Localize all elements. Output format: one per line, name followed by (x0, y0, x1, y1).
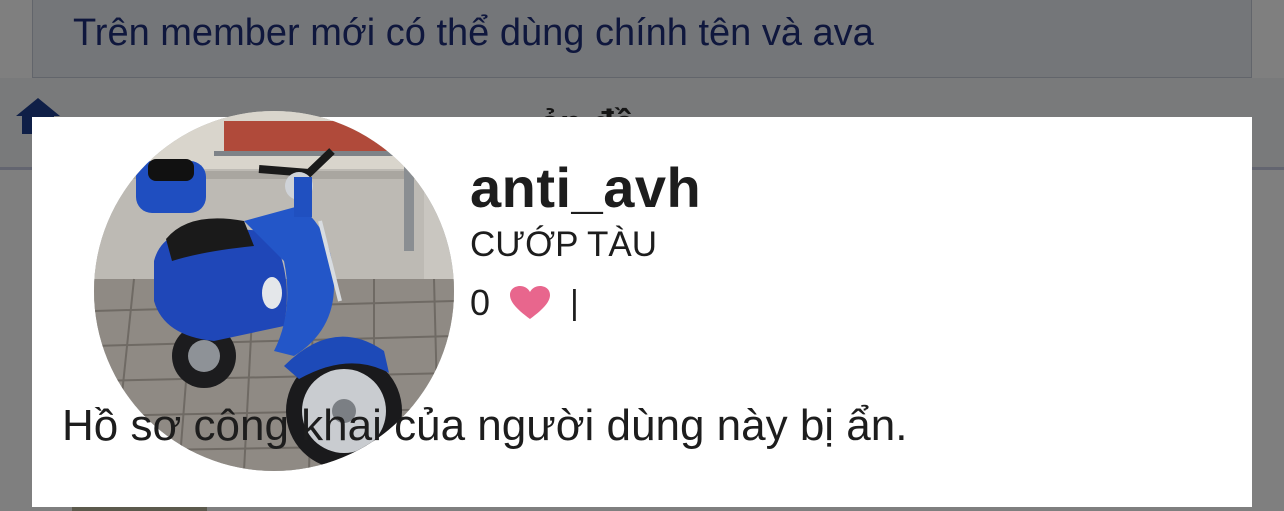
username[interactable]: anti_avh (470, 155, 701, 220)
privacy-message: Hồ sơ công khai của người dùng này bị ẩn… (62, 401, 908, 450)
user-title: CƯỚP TÀU (470, 225, 657, 264)
reaction-count: 0 (470, 282, 491, 323)
stats-separator: | (570, 283, 579, 322)
member-tooltip-card: anti_avh CƯỚP TÀU 0 | Hồ sơ công khai củ… (32, 111, 1252, 507)
heart-icon (510, 286, 551, 319)
member-stats: 0 | (470, 282, 579, 323)
